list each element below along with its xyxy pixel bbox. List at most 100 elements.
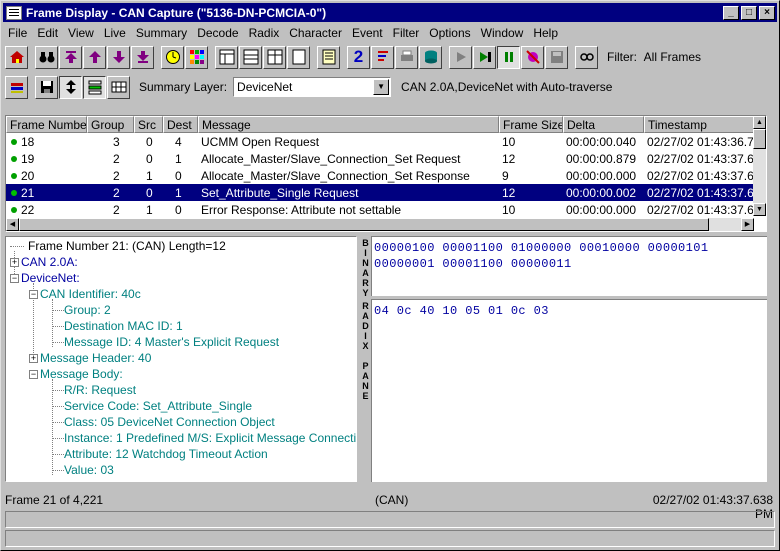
database-icon[interactable] [419, 45, 442, 69]
col-message[interactable]: Message [198, 116, 499, 133]
table-row[interactable]: 20 2 1 0 Allocate_Master/Slave_Connectio… [6, 167, 766, 184]
vertical-scrollbar[interactable]: ▲ ▼ [753, 116, 766, 216]
message-cell: Error Response: Attribute not settable [201, 202, 402, 217]
pane-layout-2-icon[interactable] [239, 45, 262, 69]
tree-dest-mac[interactable]: Destination MAC ID: 1 [64, 318, 183, 334]
sort-icon[interactable] [371, 45, 394, 69]
menu-event[interactable]: Event [347, 26, 388, 40]
menu-file[interactable]: File [3, 26, 32, 40]
table-row[interactable]: 19 2 0 1 Allocate_Master/Slave_Connectio… [6, 150, 766, 167]
print-icon[interactable] [395, 45, 418, 69]
hscroll-thumb[interactable] [19, 218, 709, 231]
col-group[interactable]: Group [87, 116, 134, 133]
tree-devicenet[interactable]: − DeviceNet: [10, 270, 80, 286]
list-icon[interactable] [317, 45, 340, 69]
main-toolbar: 2 Filter: All Frames [5, 43, 701, 71]
status-dot-icon [11, 172, 17, 179]
menu-live[interactable]: Live [99, 26, 131, 40]
scroll-right-icon[interactable]: ▶ [741, 218, 754, 231]
expand-plus-icon[interactable]: + [10, 257, 19, 267]
tree-frame-line[interactable]: Frame Number 21: (CAN) Length=12 [10, 238, 226, 254]
menu-window[interactable]: Window [476, 26, 529, 40]
scroll-down-icon[interactable]: ▼ [753, 203, 766, 216]
summary-layer-label: Summary Layer: [139, 80, 228, 94]
menu-decode[interactable]: Decode [192, 26, 243, 40]
tree-class[interactable]: Class: 05 DeviceNet Connection Object [64, 414, 275, 430]
pane-layout-4-icon[interactable] [287, 45, 310, 69]
group-cell: 3 [113, 134, 120, 149]
scroll-left-icon[interactable]: ◀ [6, 218, 19, 231]
horizontal-scrollbar[interactable]: ◀ ▶ [6, 218, 754, 231]
menu-summary[interactable]: Summary [131, 26, 192, 40]
tree-value[interactable]: Value: 03 [64, 462, 114, 478]
close-button[interactable]: × [759, 5, 775, 20]
clock-icon[interactable] [161, 45, 184, 69]
scroll-thumb[interactable] [753, 129, 766, 149]
tree-attribute[interactable]: Attribute: 12 Watchdog Timeout Action [64, 446, 268, 462]
tree-message-id[interactable]: Message ID: 4 Master's Explicit Request [64, 334, 279, 350]
title-bar[interactable]: Frame Display - CAN Capture ("5136-DN-PC… [3, 3, 777, 22]
scroll-up-icon[interactable]: ▲ [753, 116, 766, 129]
app-icon[interactable] [6, 5, 22, 20]
number-2-icon[interactable]: 2 [347, 45, 370, 69]
binary-pane[interactable]: 00000100 00001100 01000000 00010000 0000… [371, 236, 767, 296]
summary-layer-value: DeviceNet [237, 80, 293, 94]
colors-icon[interactable] [185, 45, 208, 69]
play-step-icon[interactable] [473, 45, 496, 69]
tree-can-identifier[interactable]: − CAN Identifier: 40c [29, 286, 141, 302]
radix-pane[interactable]: 04 0c 40 10 05 01 0c 03 [371, 299, 767, 482]
pane-layout-1-icon[interactable] [215, 45, 238, 69]
binoculars-icon[interactable] [35, 45, 58, 69]
tree-message-header[interactable]: + Message Header: 40 [29, 350, 151, 366]
col-delta[interactable]: Delta [563, 116, 644, 133]
save-icon[interactable] [35, 75, 58, 99]
radix-line-1: 04 0c 40 10 05 01 0c 03 [374, 304, 549, 318]
menu-edit[interactable]: Edit [32, 26, 63, 40]
collapse-minus-icon[interactable]: − [29, 369, 38, 379]
menu-character[interactable]: Character [284, 26, 347, 40]
col-frame-number[interactable]: Frame Number [6, 116, 87, 133]
tree-instance[interactable]: Instance: 1 Predefined M/S: Explicit Mes… [64, 430, 356, 446]
group-cell: 2 [113, 185, 120, 200]
up-first-icon[interactable] [59, 45, 82, 69]
down-last-icon[interactable] [131, 45, 154, 69]
menu-view[interactable]: View [63, 26, 99, 40]
chevron-down-icon[interactable]: ▼ [373, 79, 390, 95]
save-capture-icon[interactable] [545, 45, 568, 69]
tree-message-body[interactable]: − Message Body: [29, 366, 123, 382]
layer-list-icon[interactable] [83, 75, 106, 99]
menu-options[interactable]: Options [424, 26, 475, 40]
layer-color-icon[interactable] [5, 75, 28, 99]
expand-icon[interactable] [59, 75, 82, 99]
maximize-button[interactable]: □ [741, 5, 757, 20]
pause-icon[interactable] [497, 45, 520, 69]
expand-plus-icon[interactable]: + [29, 353, 38, 363]
filter-icon[interactable] [575, 45, 598, 69]
col-frame-size[interactable]: Frame Size [499, 116, 563, 133]
play-icon[interactable] [449, 45, 472, 69]
table-row[interactable]: 22 2 1 0 Error Response: Attribute not s… [6, 201, 766, 218]
grid-icon[interactable] [107, 75, 130, 99]
collapse-minus-icon[interactable]: − [10, 273, 19, 283]
up-icon[interactable] [83, 45, 106, 69]
tree-service-code[interactable]: Service Code: Set_Attribute_Single [64, 398, 252, 414]
tree-can[interactable]: + CAN 2.0A: [10, 254, 78, 270]
table-row-selected[interactable]: 21 2 0 1 Set_Attribute_Single Request 12… [6, 184, 766, 201]
capture-icon[interactable] [521, 45, 544, 69]
down-icon[interactable] [107, 45, 130, 69]
menu-filter[interactable]: Filter [388, 26, 425, 40]
tree-rr[interactable]: R/R: Request [64, 382, 136, 398]
frame-number: 21 [21, 185, 35, 200]
menu-radix[interactable]: Radix [244, 26, 285, 40]
tree-group[interactable]: Group: 2 [64, 302, 111, 318]
collapse-minus-icon[interactable]: − [29, 289, 38, 299]
summary-layer-select[interactable]: DeviceNet ▼ [233, 77, 392, 97]
pane-layout-3-icon[interactable] [263, 45, 286, 69]
col-dest[interactable]: Dest [163, 116, 198, 133]
home-icon[interactable] [5, 45, 28, 69]
menu-help[interactable]: Help [528, 26, 563, 40]
col-src[interactable]: Src [134, 116, 163, 133]
col-timestamp[interactable]: Timestamp [644, 116, 754, 133]
table-row[interactable]: 18 3 0 4 UCMM Open Request 10 00:00:00.0… [6, 133, 766, 150]
minimize-button[interactable]: _ [723, 5, 739, 20]
